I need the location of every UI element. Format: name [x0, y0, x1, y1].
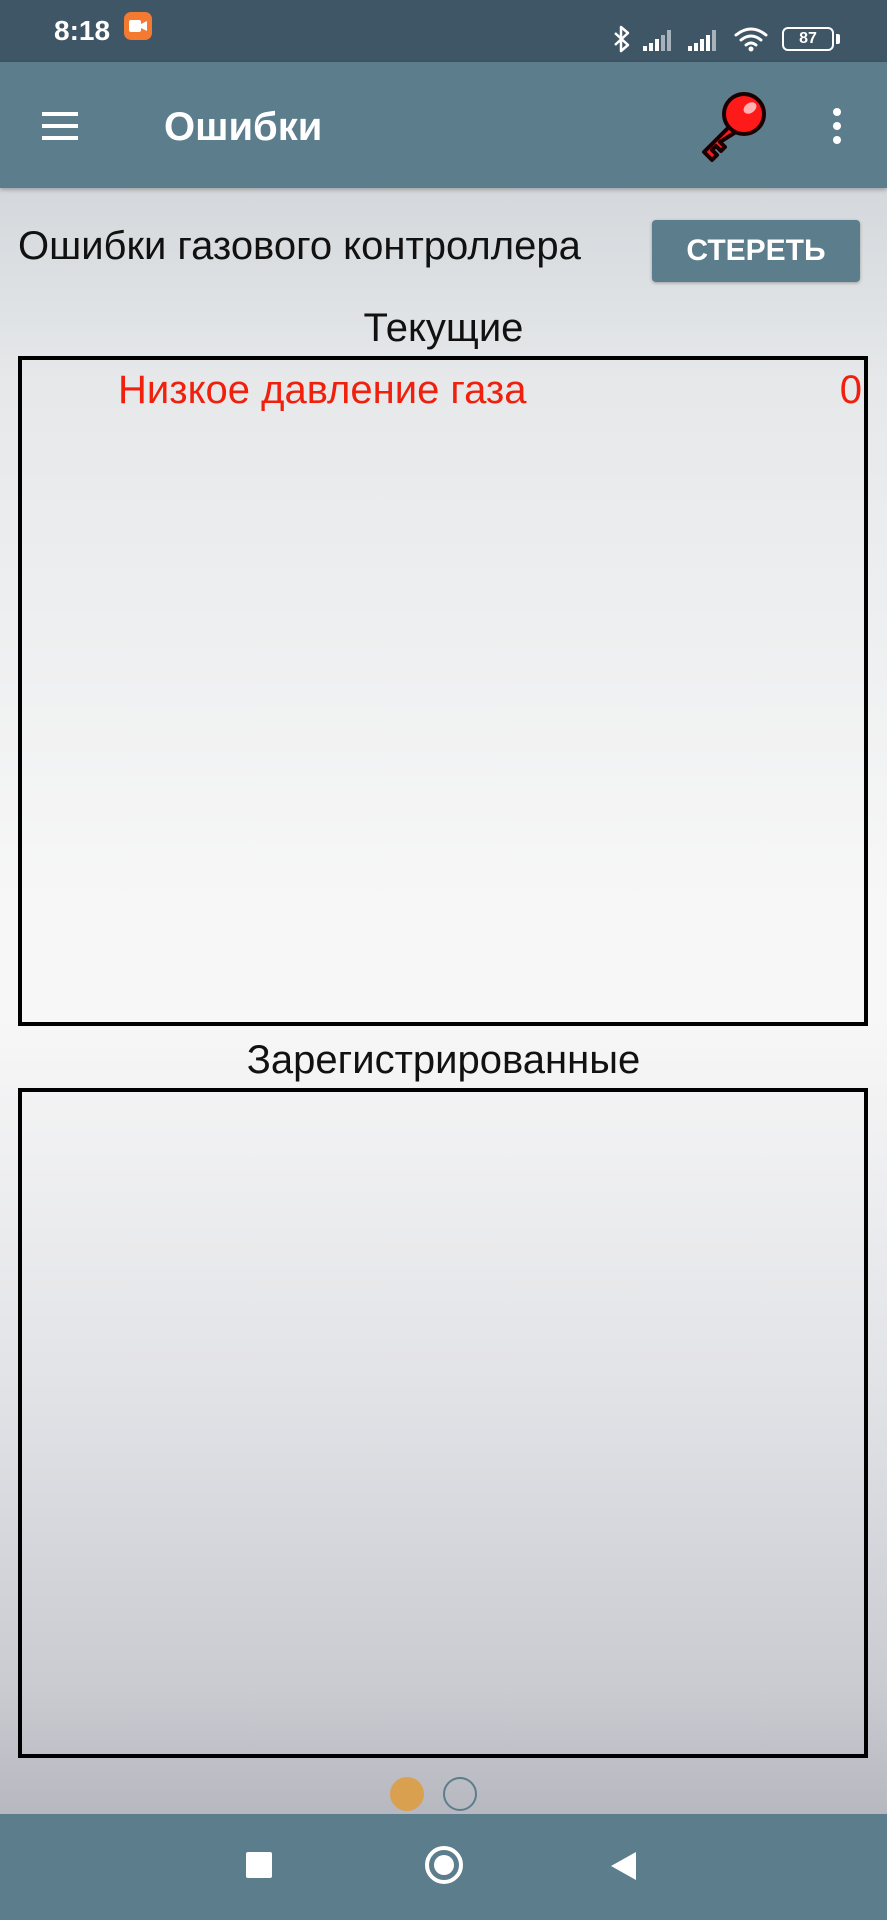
- screen-record-icon: [124, 12, 152, 40]
- registered-errors-label: Зарегистрированные: [246, 1038, 641, 1082]
- status-time: 8:18: [54, 15, 111, 46]
- current-errors-label: Текущие: [363, 306, 524, 350]
- more-vert-icon: [833, 108, 841, 144]
- menu-button[interactable]: [36, 102, 84, 150]
- signal-1-icon: [643, 30, 671, 51]
- key-button[interactable]: [692, 86, 772, 166]
- section-title: Ошибки газового контроллера: [18, 224, 581, 268]
- overflow-menu-button[interactable]: [822, 102, 852, 150]
- registered-errors-list[interactable]: [18, 1088, 868, 1758]
- battery-tip: [836, 34, 840, 44]
- current-errors-list[interactable]: Низкое давление газа 0: [18, 356, 868, 1026]
- key-icon: [702, 92, 766, 162]
- page-indicator-dot-active[interactable]: [390, 1777, 424, 1811]
- battery-icon: 87: [782, 27, 834, 51]
- clear-button[interactable]: СТЕРЕТЬ: [652, 220, 860, 282]
- recents-icon[interactable]: [246, 1852, 272, 1878]
- page-indicator-dot[interactable]: [443, 1777, 477, 1811]
- list-item[interactable]: Низкое давление газа 0: [22, 366, 864, 414]
- signal-2-icon: [688, 30, 716, 51]
- app-title: Ошибки: [164, 105, 323, 149]
- navigation-bar: [0, 1814, 887, 1920]
- error-name: Низкое давление газа: [118, 368, 527, 412]
- wifi-icon: [734, 27, 768, 52]
- error-count: 0: [839, 368, 862, 412]
- battery-level: 87: [799, 30, 817, 47]
- menu-icon: [42, 112, 78, 140]
- app-bar: Ошибки: [0, 62, 887, 188]
- status-bar: 8:18 87: [0, 0, 887, 62]
- back-icon[interactable]: [608, 1850, 638, 1882]
- bluetooth-icon: [614, 25, 630, 53]
- home-icon[interactable]: [423, 1844, 465, 1886]
